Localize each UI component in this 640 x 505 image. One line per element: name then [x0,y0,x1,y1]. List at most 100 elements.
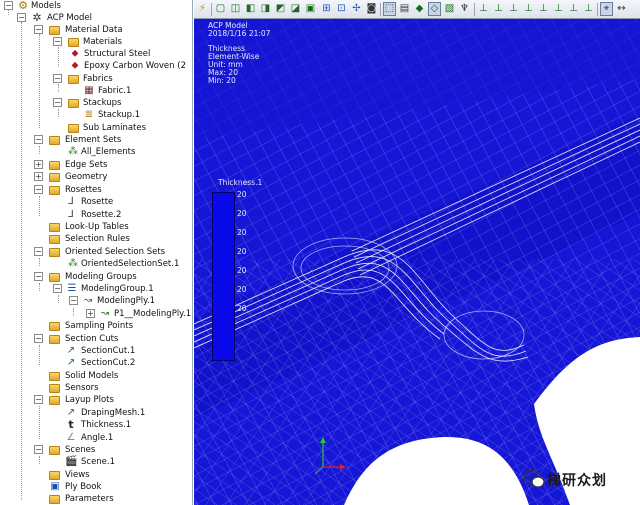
folder-icon [49,471,60,480]
tree-label: Geometry [65,172,108,182]
tree-label: All_Elements [81,147,136,157]
view-cube-icon[interactable]: ▢ [214,2,227,16]
tree-label: Element Sets [65,135,122,145]
folder-icon [49,322,60,331]
tree-label: Stackup.1 [98,110,141,120]
tree-label: ModelingPly.1 [97,296,156,306]
mesh-scene[interactable] [194,19,640,505]
folder-icon [49,273,60,282]
plot-min: Min: 20 [208,76,236,85]
view-cube-icon[interactable]: ◩ [274,2,287,16]
collapse-toggle[interactable]: − [53,74,62,83]
ply-icon: ↝ [100,308,110,319]
edges-icon[interactable]: ◇ [428,2,441,16]
zoom-icon[interactable]: ⊡ [335,2,348,16]
angle-plot-icon: ∠ [66,432,76,443]
legend-color-bar [212,192,235,361]
expand-toggle[interactable]: + [34,172,43,181]
wand-icon[interactable]: ⚡ [196,2,209,16]
axis-icon[interactable]: ⊥ [522,2,535,16]
book-icon: ▣ [50,481,60,492]
tree-label: P1__ModelingPly.1 [114,309,192,319]
collapse-toggle[interactable]: − [34,185,43,194]
legend-tick: 20 [237,304,247,313]
model-tree[interactable]: − ⚙ Models − ✲ ACP Model − Material Data… [0,0,193,505]
collapse-toggle[interactable]: − [53,284,62,293]
tree-label: Structural Steel [84,49,151,59]
rotate-icon[interactable]: ✢ [350,2,363,16]
collapse-toggle[interactable]: − [69,296,78,305]
display-icon[interactable]: ▧ [443,2,456,16]
toolbar-separator [211,3,212,16]
collapse-toggle[interactable]: − [53,98,62,107]
oriented-set-icon: ⁂ [68,258,78,269]
folder-icon [68,124,79,133]
collapse-toggle[interactable]: − [34,247,43,256]
folder-icon [49,446,60,455]
view-cube-icon[interactable]: ◪ [289,2,302,16]
tree-label: Oriented Selection Sets [65,247,166,257]
tree-label: ACP Model [47,13,92,23]
thickness-plot-icon: t [68,418,74,431]
collapse-toggle[interactable]: − [4,1,13,10]
section-cut-icon: ↗ [66,345,76,356]
legend-tick: 20 [237,247,247,256]
tree-label: Rosettes [65,185,102,195]
tree-label: Fabrics [83,74,113,84]
fit-view-icon[interactable]: ⊞ [320,2,333,16]
tree-label: Sampling Points [65,321,134,331]
view-cube-icon[interactable]: ◧ [244,2,257,16]
collapse-toggle[interactable]: − [34,25,43,34]
collapse-toggle[interactable]: − [34,135,43,144]
viewport-toolbar: ⚡ ▢ ◫ ◧ ◨ ◩ ◪ ▣ ⊞ ⊡ ✢ ◙ ⬚ ▤ ◆ ◇ ▧ ♆ ⊥ ⊥ … [194,0,640,19]
watermark-text: 梯研众划 [547,473,607,489]
dimension-icon[interactable]: ↔ [615,2,628,16]
camera-icon[interactable]: ◙ [365,2,378,16]
axis-icon[interactable]: ⊥ [477,2,490,16]
expand-toggle[interactable]: + [34,160,43,169]
mesh-icon[interactable]: ▤ [398,2,411,16]
collapse-toggle[interactable]: − [34,334,43,343]
expand-toggle[interactable]: + [86,309,95,318]
view-cube-icon[interactable]: ◫ [229,2,242,16]
section-cut-icon: ↗ [66,357,76,368]
folder-icon [49,136,60,145]
axis-icon[interactable]: ⊥ [492,2,505,16]
axis-icon[interactable]: ⊥ [537,2,550,16]
axis-icon[interactable]: ⊥ [552,2,565,16]
view-cube-icon[interactable]: ▣ [304,2,317,16]
axis-icon[interactable]: ⊥ [507,2,520,16]
tree-label: SectionCut.2 [81,358,136,368]
view-cube-icon[interactable]: ◨ [259,2,272,16]
collapse-toggle[interactable]: − [53,37,62,46]
tree-label: Parameters [65,494,114,504]
axis-icon[interactable]: ⊥ [582,2,595,16]
rosette-icon: ⅃ [68,196,74,207]
collapse-toggle[interactable]: − [34,272,43,281]
3d-viewport[interactable]: ACP Model 2018/1/16 21:07 Thickness Elem… [194,0,640,505]
legend-tick: 20 [237,285,247,294]
legend-title: Thickness.1 [218,178,263,187]
collapse-toggle[interactable]: − [34,395,43,404]
tree-label: Sub Laminates [83,123,147,133]
ply-icon: ↝ [83,295,93,306]
tree-label: Edge Sets [65,160,108,170]
tree-label: Layup Plots [65,395,114,405]
folder-icon [49,186,60,195]
shaded-icon[interactable]: ◆ [413,2,426,16]
axis-icon[interactable]: ⊥ [567,2,580,16]
tree-label: Section Cuts [65,334,119,344]
folder-icon [49,223,60,232]
rosette-icon: ⅃ [68,209,74,220]
collapse-toggle[interactable]: − [17,13,26,22]
folder-icon [68,75,79,84]
scene-icon: 🎬 [65,456,78,467]
pin-icon[interactable]: ♆ [458,2,471,16]
tree-label: Scenes [65,445,96,455]
acp-application: − ⚙ Models − ✲ ACP Model − Material Data… [0,0,640,505]
tree-label: Modeling Groups [65,272,137,282]
collapse-toggle[interactable]: − [34,445,43,454]
select-icon[interactable]: ⌖ [600,2,613,16]
tree-label: Sensors [65,383,99,393]
wireframe-icon[interactable]: ⬚ [383,2,396,16]
